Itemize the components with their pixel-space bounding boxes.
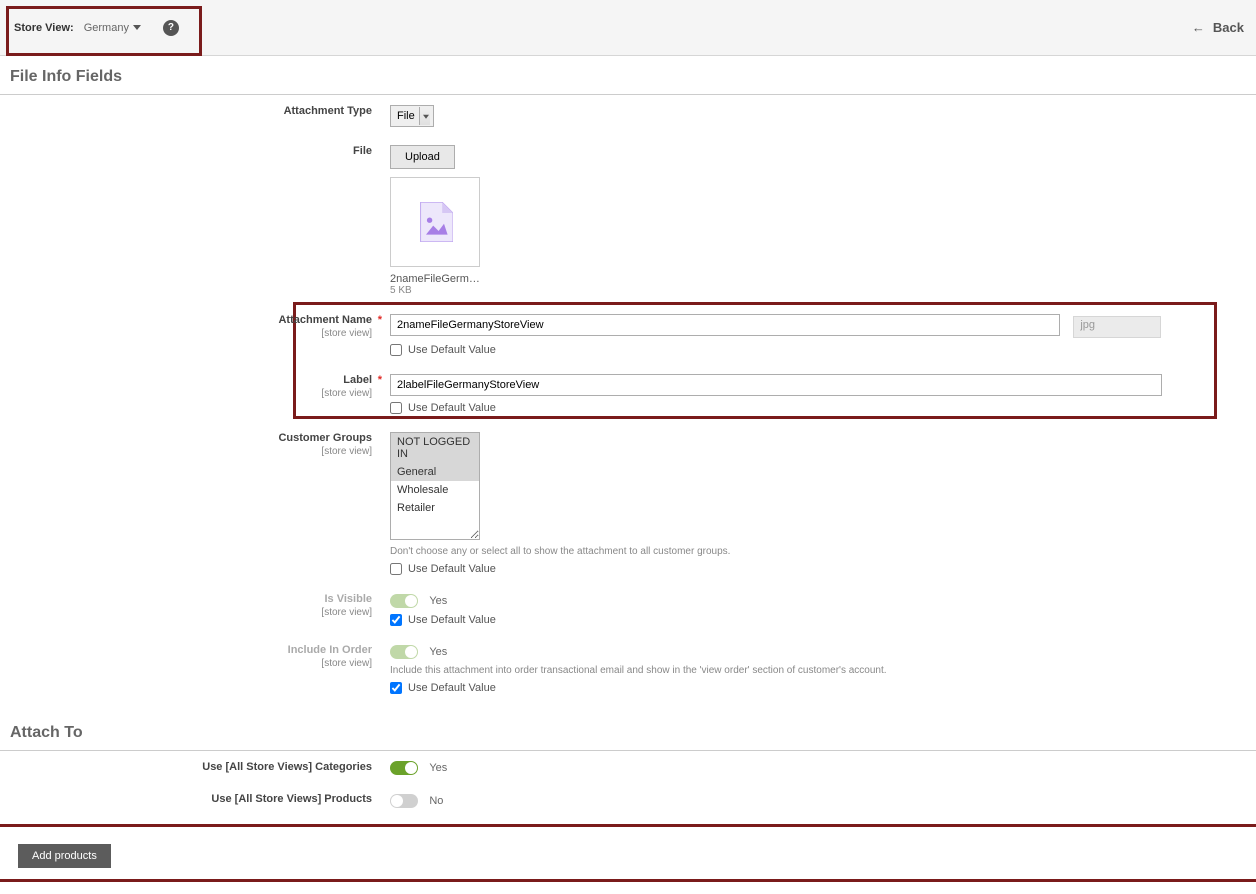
label-include-in-order: Include In Order [store view] [0, 644, 390, 669]
row-file: File Upload 2nameFileGermanyS... 5 KB [0, 145, 1256, 296]
label-file: File [0, 145, 390, 157]
use-default-checkbox[interactable] [390, 344, 402, 356]
row-use-categories: Use [All Store Views] Categories Yes [0, 761, 1256, 776]
attachment-name-input[interactable] [390, 314, 1060, 336]
use-default-checkbox[interactable] [390, 402, 402, 414]
use-products-toggle[interactable] [390, 794, 418, 808]
label-input[interactable] [390, 374, 1162, 396]
use-products-value: No [429, 795, 443, 807]
scope-text: [store view] [0, 388, 372, 399]
add-products-button[interactable]: Add products [18, 844, 111, 868]
help-icon[interactable]: ? [163, 20, 179, 36]
section-title-file-info: File Info Fields [0, 56, 1256, 95]
store-view-value-text: Germany [84, 22, 129, 34]
is-visible-value: Yes [429, 595, 447, 607]
use-default-label[interactable]: Use Default Value [390, 402, 1236, 414]
row-label: Label [store view] Use Default Value [0, 374, 1256, 414]
is-visible-toggle [390, 594, 418, 608]
upload-button[interactable]: Upload [390, 145, 455, 169]
use-default-include[interactable]: Use Default Value [390, 682, 1236, 694]
include-in-order-value: Yes [429, 646, 447, 658]
label-attachment-type: Attachment Type [0, 105, 390, 117]
store-view-label: Store View: [14, 22, 74, 34]
label-attachment-name: Attachment Name [store view] [0, 314, 390, 339]
header-bar: Store View: Germany ? ← Back [0, 0, 1256, 56]
customer-group-option[interactable]: Wholesale [391, 481, 479, 499]
row-is-visible: Is Visible [store view] Yes Use Default … [0, 593, 1256, 626]
label-is-visible: Is Visible [store view] [0, 593, 390, 618]
scope-text: [store view] [0, 446, 372, 457]
customer-group-option[interactable]: Retailer [391, 499, 479, 517]
use-default-customer-groups[interactable]: Use Default Value [390, 563, 1236, 575]
use-default-checkbox[interactable] [390, 614, 402, 626]
customer-group-option[interactable]: NOT LOGGED IN [391, 433, 479, 463]
use-default-is-visible[interactable]: Use Default Value [390, 614, 1236, 626]
annotation-box [0, 824, 1256, 882]
store-view-dropdown[interactable]: Germany [84, 22, 141, 34]
row-attachment-type: Attachment Type File [0, 105, 1256, 127]
scope-text: [store view] [0, 328, 372, 339]
include-in-order-hint: Include this attachment into order trans… [390, 665, 1236, 676]
image-file-icon [417, 202, 453, 242]
extension-box: jpg [1073, 316, 1161, 338]
file-name-display: 2nameFileGermanyS... [390, 273, 480, 285]
row-use-products: Use [All Store Views] Products No [0, 793, 1256, 808]
section-title-attach-to: Attach To [0, 712, 1256, 751]
row-customer-groups: Customer Groups [store view] NOT LOGGED … [0, 432, 1256, 575]
arrow-left-icon: ← [1192, 20, 1205, 35]
store-view-selector: Store View: Germany ? [0, 0, 193, 56]
customer-group-option[interactable]: General [391, 463, 479, 481]
chevron-down-icon [133, 25, 141, 30]
include-in-order-toggle [390, 645, 418, 659]
file-preview [390, 177, 480, 267]
customer-groups-hint: Don't choose any or select all to show t… [390, 546, 1236, 557]
label-customer-groups: Customer Groups [store view] [0, 432, 390, 457]
use-categories-toggle[interactable] [390, 761, 418, 775]
use-categories-value: Yes [429, 762, 447, 774]
label-use-categories: Use [All Store Views] Categories [0, 761, 390, 773]
row-attachment-name: Attachment Name [store view] jpg Use Def… [0, 314, 1256, 356]
use-default-checkbox[interactable] [390, 563, 402, 575]
customer-groups-select[interactable]: NOT LOGGED INGeneralWholesaleRetailer [390, 432, 480, 540]
back-button-label: Back [1213, 20, 1244, 35]
scope-text: [store view] [0, 607, 372, 618]
row-include-in-order: Include In Order [store view] Yes Includ… [0, 644, 1256, 694]
attachment-type-select[interactable]: File [390, 105, 434, 127]
scope-text: [store view] [0, 658, 372, 669]
label-use-products: Use [All Store Views] Products [0, 793, 390, 805]
label-label: Label [store view] [0, 374, 390, 399]
back-button[interactable]: ← Back [1192, 20, 1244, 35]
file-size-display: 5 KB [390, 285, 1236, 296]
use-default-checkbox[interactable] [390, 682, 402, 694]
use-default-attachment-name[interactable]: Use Default Value [390, 344, 1236, 356]
